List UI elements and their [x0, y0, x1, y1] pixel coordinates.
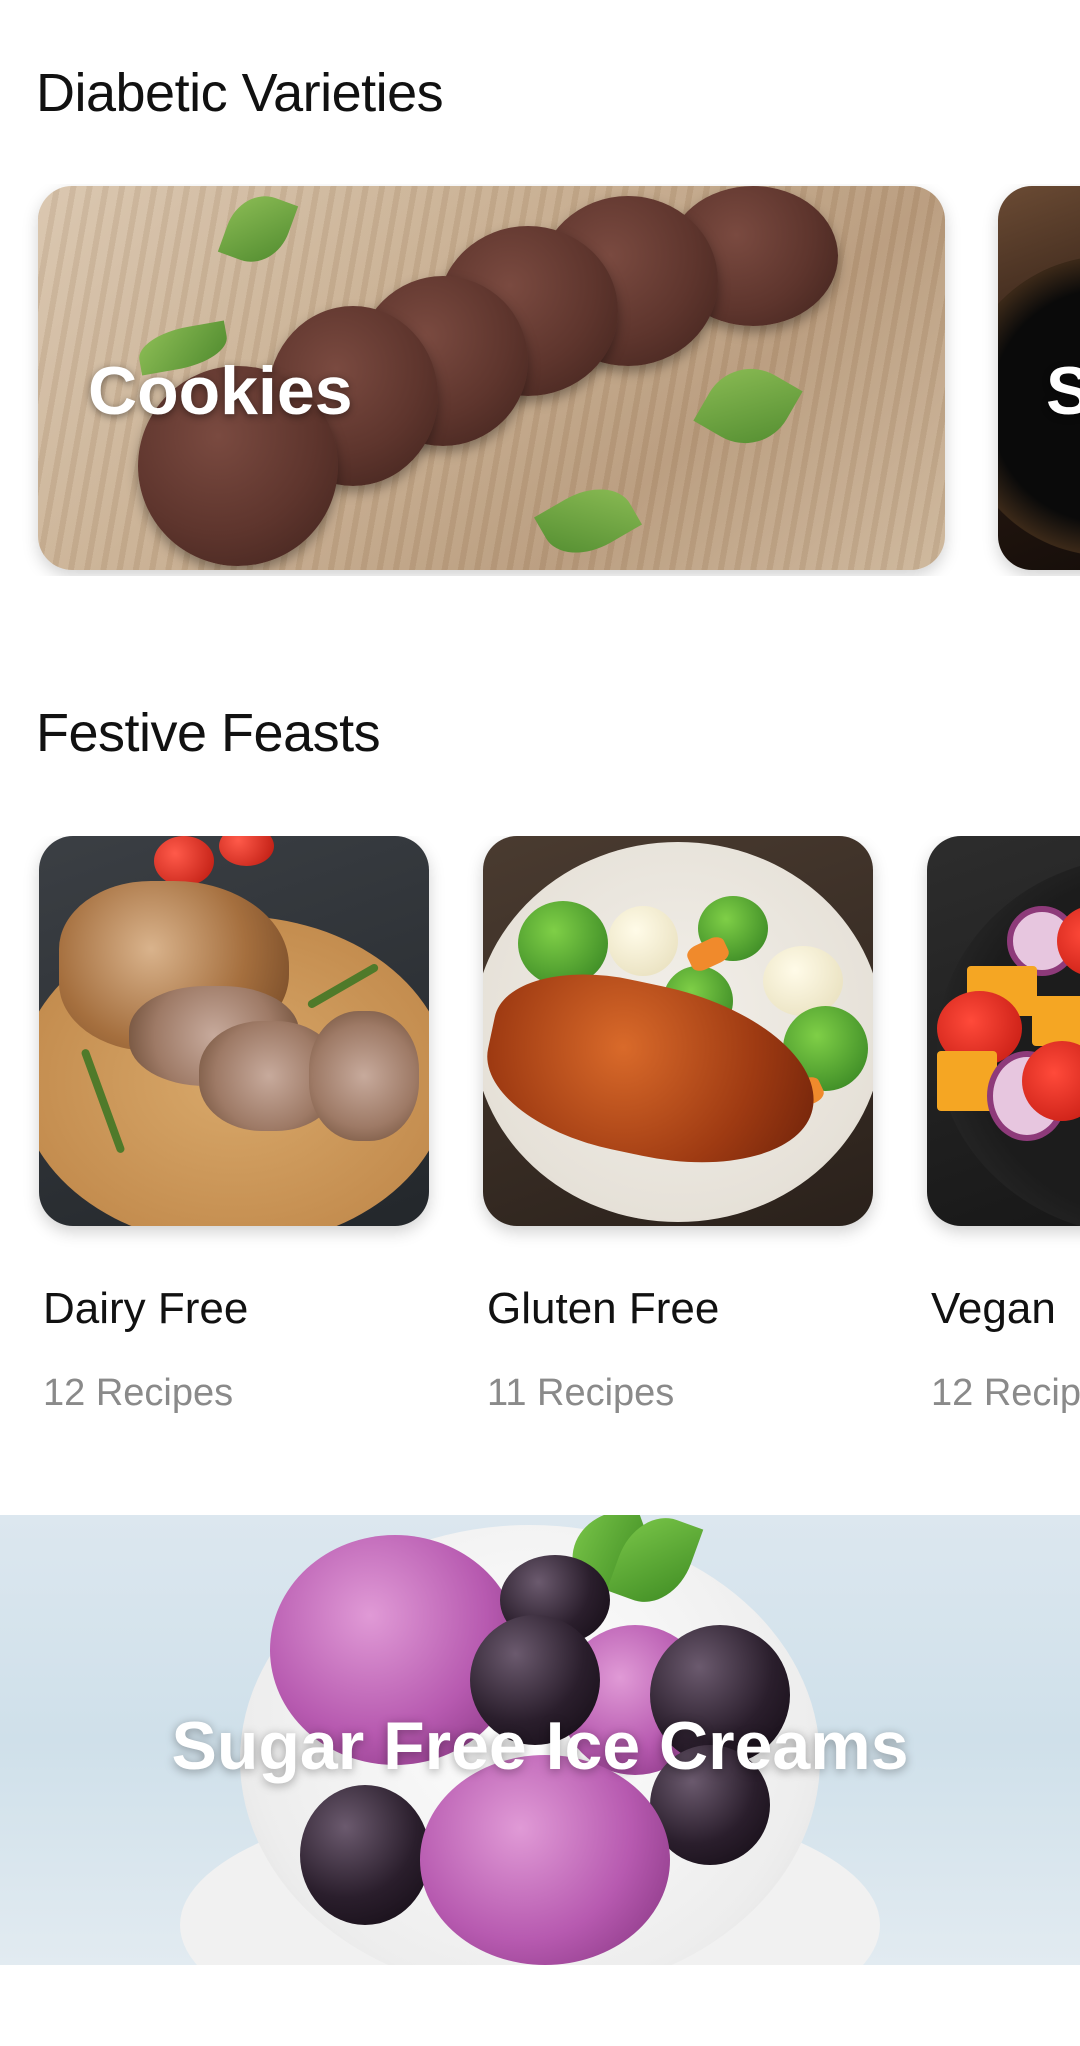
section-title-diabetic-varieties: Diabetic Varieties	[36, 63, 444, 123]
recipe-category-name: Dairy Free	[43, 1284, 249, 1333]
recipe-category-name: Vegan	[931, 1284, 1056, 1333]
sugar-free-ice-creams-banner[interactable]: Sugar Free Ice Creams	[0, 1515, 1080, 1965]
section-title-festive-feasts: Festive Feasts	[36, 703, 381, 763]
vegan-image	[927, 836, 1080, 1226]
dairy-free-image	[39, 836, 429, 1226]
festive-feasts-carousel[interactable]: Dairy Free 12 Recipes Gluten Free 11 Rec…	[0, 836, 1080, 1436]
card-title-partial: S	[1046, 353, 1080, 429]
gluten-free-image	[483, 836, 873, 1226]
recipe-count: 12 Recipes	[43, 1372, 234, 1414]
recipe-count: 12 Recip	[931, 1372, 1080, 1414]
recipe-category-gluten-free[interactable]: Gluten Free 11 Recipes	[483, 836, 873, 1414]
recipe-category-vegan[interactable]: Vegan 12 Recip	[927, 836, 1080, 1414]
category-card-cookies[interactable]: Cookies	[38, 186, 945, 570]
card-title-cookies: Cookies	[88, 353, 353, 429]
category-card-partial[interactable]: S	[998, 186, 1080, 570]
banner-title: Sugar Free Ice Creams	[171, 1708, 909, 1784]
diabetic-varieties-carousel[interactable]: Cookies S	[0, 184, 1080, 576]
recipe-count: 11 Recipes	[487, 1372, 675, 1414]
recipe-category-dairy-free[interactable]: Dairy Free 12 Recipes	[39, 836, 429, 1414]
recipe-category-name: Gluten Free	[487, 1284, 720, 1333]
